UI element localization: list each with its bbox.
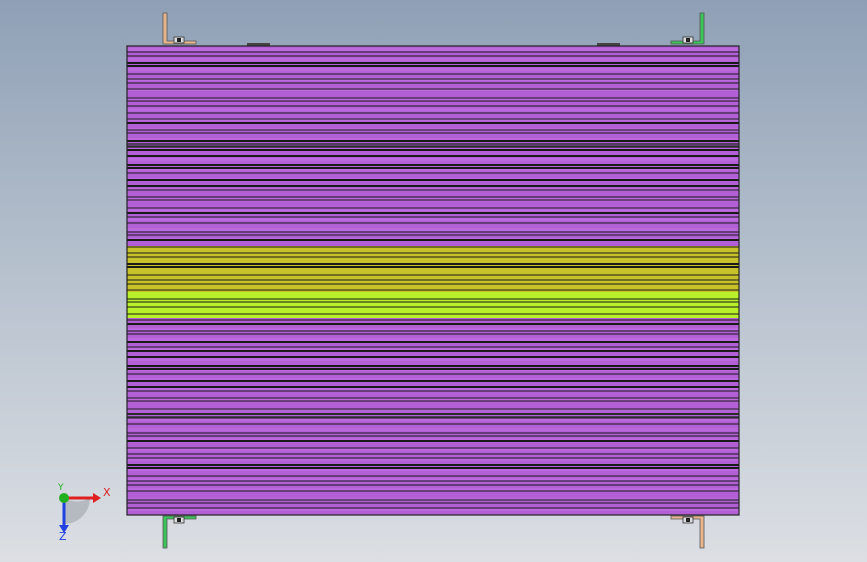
panel-strip [127,428,739,431]
y-axis-point [59,493,69,503]
coordinate-triad [59,493,101,533]
triad-z-label: Z [59,530,67,543]
panel-strip [127,58,739,61]
panel-strip [127,338,739,341]
triad-y-label: Y [58,483,64,493]
graphics-viewport[interactable] [0,0,867,562]
panel-strip [127,218,739,221]
bracket-bottom-left[interactable] [162,515,197,549]
panel-strip [127,68,739,71]
bracket-top-right[interactable] [670,12,705,45]
panel-strip [127,228,739,231]
panel-strip [127,48,739,51]
stacked-panel-model[interactable] [126,45,740,516]
panel-strip [127,358,739,361]
panel-strip [127,108,739,111]
triad-x-label: X [103,486,111,499]
bracket-bottom-right[interactable] [670,515,705,549]
bracket-top-left[interactable] [162,12,197,45]
panel-strip [127,158,739,161]
